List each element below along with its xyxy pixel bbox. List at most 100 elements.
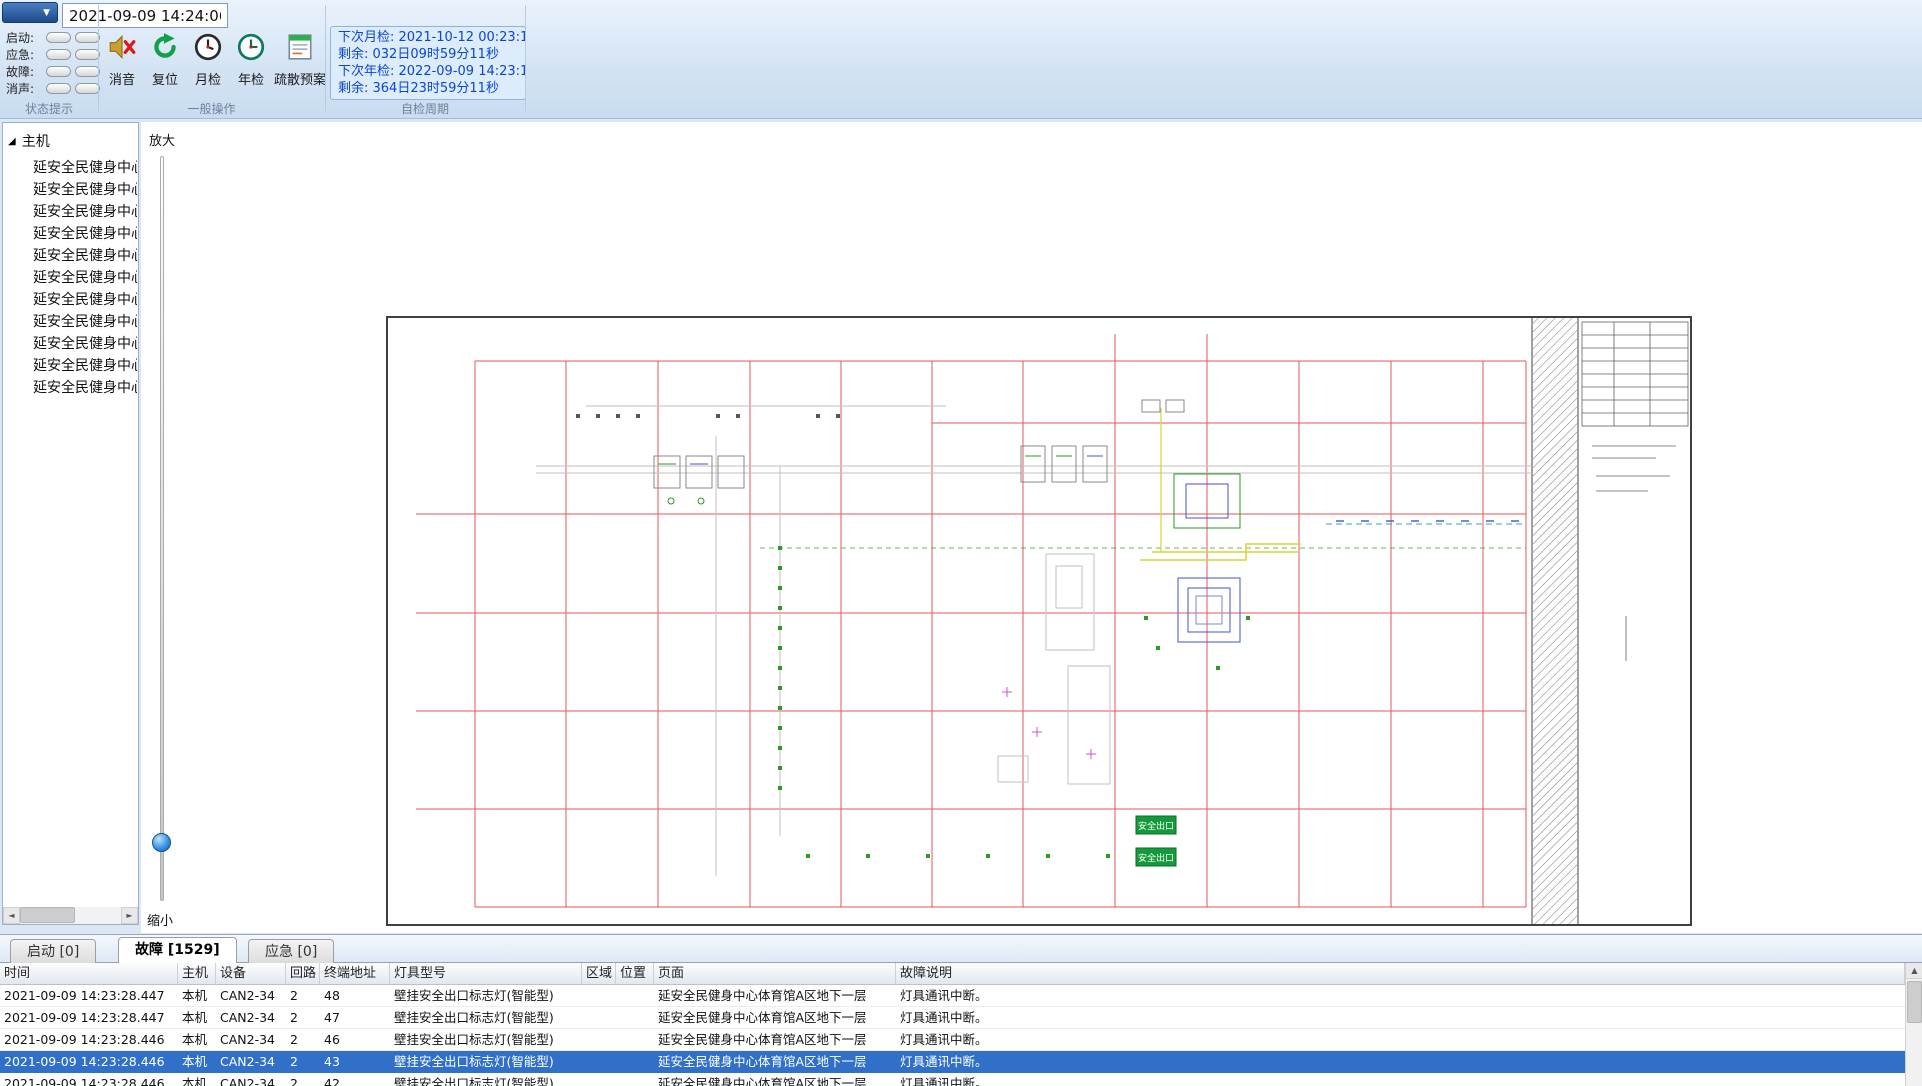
col-header-terminal[interactable]: 终端地址: [320, 963, 390, 984]
tree-item-page[interactable]: 延安全民健身中心体育馆: [33, 245, 137, 267]
col-header-circuit[interactable]: 回路: [286, 963, 320, 984]
tree-item-page[interactable]: 延安全民健身中心体育馆: [33, 355, 137, 377]
scrollbar-track[interactable]: [20, 907, 121, 924]
cell: 2: [286, 1029, 320, 1050]
cell: 壁挂安全出口标志灯(智能型): [390, 1073, 582, 1086]
table-row[interactable]: 2021-09-09 14:23:28.446 本机 CAN2-34 2 42 …: [0, 1073, 1905, 1086]
sheet-border: [387, 317, 1691, 925]
tab-fault[interactable]: 故障 [1529]: [118, 937, 237, 963]
tab-start[interactable]: 启动 [0]: [10, 939, 96, 963]
next-annual-check: 下次年检: 2022-09-09 14:23:17: [338, 63, 518, 80]
cell: 2021-09-09 14:23:28.446: [0, 1029, 178, 1050]
application-window: ▼ 启动: 应急: 故障: 消声:: [0, 0, 1922, 1086]
hatched-margin: [1533, 318, 1577, 924]
tree-item-page[interactable]: 延安全民健身中心体育馆: [33, 377, 137, 399]
reset-button[interactable]: 复位: [145, 28, 185, 98]
status-indicator-lamp: [46, 32, 71, 43]
cell: 2: [286, 1007, 320, 1028]
scroll-left-icon[interactable]: ◄: [3, 907, 20, 924]
tree-item-page[interactable]: 延安全民健身中心体育馆: [33, 289, 137, 311]
cell: 2021-09-09 14:23:28.447: [0, 1007, 178, 1028]
fault-table: 时间 主机 设备 回路 终端地址 灯具型号 区域 位置 页面 故障说明 2021…: [0, 963, 1905, 1086]
tree-item-page[interactable]: 延安全民健身中心体育馆: [33, 201, 137, 223]
tree-item-page[interactable]: 延安全民健身中心体育馆: [33, 311, 137, 333]
cell: CAN2-34: [216, 1029, 286, 1050]
monthly-check-clock-icon: [193, 32, 223, 62]
event-log-panel: 启动 [0] 故障 [1529] 应急 [0] 时间 主机 设备 回路 终端地址…: [0, 934, 1922, 1086]
tree-item-page[interactable]: 延安全民健身中心体育馆: [33, 223, 137, 245]
status-indicator-group: 启动: 应急: 故障: 消声:: [6, 29, 104, 97]
status-indicator-lamp: [46, 49, 71, 60]
status-indicator-lamp: [75, 49, 100, 60]
zoom-slider[interactable]: [160, 156, 164, 901]
col-header-host[interactable]: 主机: [178, 963, 216, 984]
cell: CAN2-34: [216, 1051, 286, 1072]
monthly-check-button[interactable]: 月检: [188, 28, 228, 98]
table-row[interactable]: 2021-09-09 14:23:28.447 本机 CAN2-34 2 48 …: [0, 985, 1905, 1007]
button-label: 年检: [238, 69, 264, 88]
table-row[interactable]: 2021-09-09 14:23:28.447 本机 CAN2-34 2 47 …: [0, 1007, 1905, 1029]
tree-expand-icon[interactable]: ◢: [8, 136, 16, 147]
cad-floorplan-drawing[interactable]: 安全出口 安全出口: [386, 316, 1692, 926]
tree-root-node[interactable]: ◢ 主机: [8, 131, 50, 151]
cell: 壁挂安全出口标志灯(智能型): [390, 1051, 582, 1072]
mute-button[interactable]: 消音: [102, 28, 142, 98]
datetime-display[interactable]: [62, 3, 228, 28]
scrollbar-thumb[interactable]: [1907, 981, 1922, 1023]
cell: 壁挂安全出口标志灯(智能型): [390, 985, 582, 1006]
floorplan-canvas[interactable]: 放大 缩小: [141, 122, 1922, 933]
tree-item-page[interactable]: 延安全民健身中心体育馆: [33, 333, 137, 355]
tree-item-page[interactable]: 延安全民健身中心体育馆: [33, 179, 137, 201]
tab-emergency[interactable]: 应急 [0]: [248, 939, 334, 963]
cell: 壁挂安全出口标志灯(智能型): [390, 1007, 582, 1028]
cell: CAN2-34: [216, 1073, 286, 1086]
cell: 延安全民健身中心体育馆A区地下一层: [654, 985, 896, 1006]
tree-horizontal-scrollbar[interactable]: ◄ ►: [3, 907, 138, 924]
status-indicator-lamp: [46, 83, 71, 94]
cell: [616, 1007, 654, 1028]
cell: CAN2-34: [216, 985, 286, 1006]
scrollbar-thumb[interactable]: [20, 907, 75, 923]
col-header-fault[interactable]: 故障说明: [896, 963, 1905, 984]
col-header-area[interactable]: 区域: [582, 963, 616, 984]
status-label: 应急:: [6, 46, 46, 63]
app-menu-button[interactable]: ▼: [2, 2, 58, 23]
tree-item-page[interactable]: 延安全民健身中心体育馆: [33, 267, 137, 289]
zoom-in-button[interactable]: 放大: [149, 130, 175, 149]
annual-check-button[interactable]: 年检: [231, 28, 271, 98]
col-header-position[interactable]: 位置: [616, 963, 654, 984]
table-vertical-scrollbar[interactable]: ▲: [1905, 963, 1922, 1086]
cell: 2021-09-09 14:23:28.446: [0, 1051, 178, 1072]
button-label: 疏散预案: [274, 69, 326, 88]
scroll-right-icon[interactable]: ►: [121, 907, 138, 924]
status-indicator-lamp: [46, 66, 71, 77]
cell: CAN2-34: [216, 1007, 286, 1028]
next-monthly-check: 下次月检: 2021-10-12 00:23:17: [338, 29, 518, 46]
col-header-model[interactable]: 灯具型号: [390, 963, 582, 984]
ribbon: ▼ 启动: 应急: 故障: 消声:: [0, 0, 1922, 119]
cell: 本机: [178, 1051, 216, 1072]
scroll-up-icon[interactable]: ▲: [1906, 963, 1922, 979]
zoom-out-button[interactable]: 缩小: [147, 910, 173, 929]
col-header-device[interactable]: 设备: [216, 963, 286, 984]
cell: 延安全民健身中心体育馆A区地下一层: [654, 1007, 896, 1028]
table-row[interactable]: 2021-09-09 14:23:28.446 本机 CAN2-34 2 46 …: [0, 1029, 1905, 1051]
cell: 延安全民健身中心体育馆A区地下一层: [654, 1073, 896, 1086]
status-row-start: 启动:: [6, 29, 104, 45]
status-row-mute: 消声:: [6, 80, 104, 96]
cell: 48: [320, 985, 390, 1006]
cell: 灯具通讯中断。: [896, 985, 1905, 1006]
button-label: 消音: [109, 69, 135, 88]
col-header-page[interactable]: 页面: [654, 963, 896, 984]
col-header-time[interactable]: 时间: [0, 963, 178, 984]
cell: 2: [286, 1073, 320, 1086]
tree-item-page[interactable]: 延安全民健身中心体育馆: [33, 157, 137, 179]
cell: 灯具通讯中断。: [896, 1073, 1905, 1086]
zoom-slider-knob[interactable]: [152, 833, 171, 852]
cell: [616, 1051, 654, 1072]
table-row-selected[interactable]: 2021-09-09 14:23:28.446 本机 CAN2-34 2 43 …: [0, 1051, 1905, 1073]
group-separator: [325, 5, 326, 111]
button-label: 月检: [195, 69, 221, 88]
cell: [616, 1029, 654, 1050]
evacuation-plan-button[interactable]: 疏散预案: [272, 28, 328, 98]
